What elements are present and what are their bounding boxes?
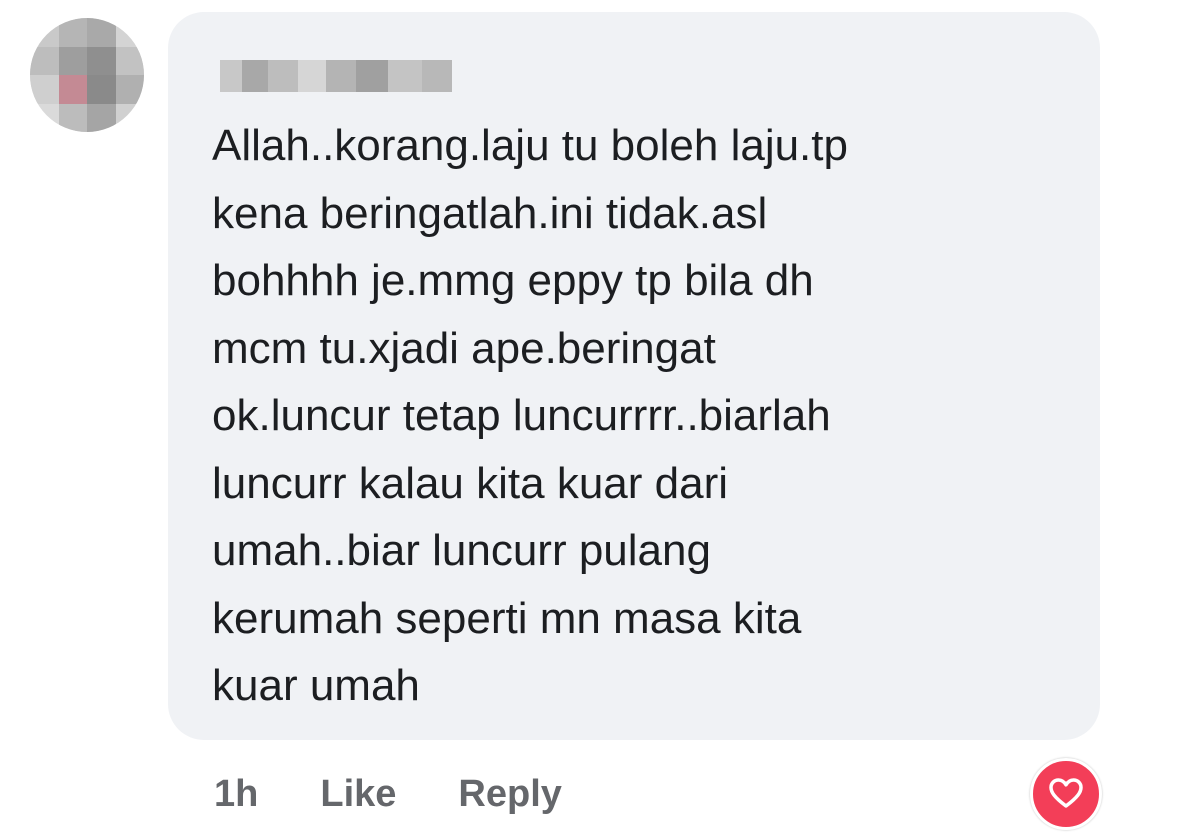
comment: Allah..korang.laju tu boleh laju.tp kena… (0, 0, 1200, 837)
comment-text: Allah..korang.laju tu boleh laju.tp kena… (212, 121, 848, 710)
avatar-pixel (87, 75, 116, 104)
avatar-pixel (58, 46, 87, 75)
avatar-pixel (87, 18, 116, 47)
avatar-pixel (58, 18, 87, 47)
timestamp[interactable]: 1h (214, 773, 258, 816)
comment-actions: 1h Like Reply (214, 766, 562, 822)
avatar-pixel (58, 75, 87, 104)
avatar-pixel (30, 46, 59, 75)
like-button[interactable]: Like (320, 773, 396, 816)
redaction-block (268, 60, 298, 92)
heart-icon (1049, 778, 1083, 808)
avatar-pixel (30, 18, 59, 47)
comment-bubble: Allah..korang.laju tu boleh laju.tp kena… (168, 12, 1100, 740)
avatar-pixel (115, 18, 144, 47)
redaction-block (242, 60, 268, 92)
avatar-pixel (30, 75, 59, 104)
avatar-pixel (87, 46, 116, 75)
love-reaction-badge[interactable] (1030, 758, 1102, 830)
redaction-block (422, 60, 452, 92)
avatar-pixel (30, 103, 59, 132)
redaction-block (388, 60, 422, 92)
redaction-block (298, 60, 326, 92)
avatar-pixel (115, 75, 144, 104)
redaction-block (356, 60, 388, 92)
avatar-pixel (87, 103, 116, 132)
avatar-pixel (115, 46, 144, 75)
redaction-block (326, 60, 356, 92)
author-name-redacted[interactable] (220, 60, 452, 92)
redaction-block (220, 60, 242, 92)
avatar-pixel (115, 103, 144, 132)
reply-button[interactable]: Reply (458, 773, 561, 816)
avatar[interactable] (30, 18, 144, 132)
avatar-pixel (58, 103, 87, 132)
